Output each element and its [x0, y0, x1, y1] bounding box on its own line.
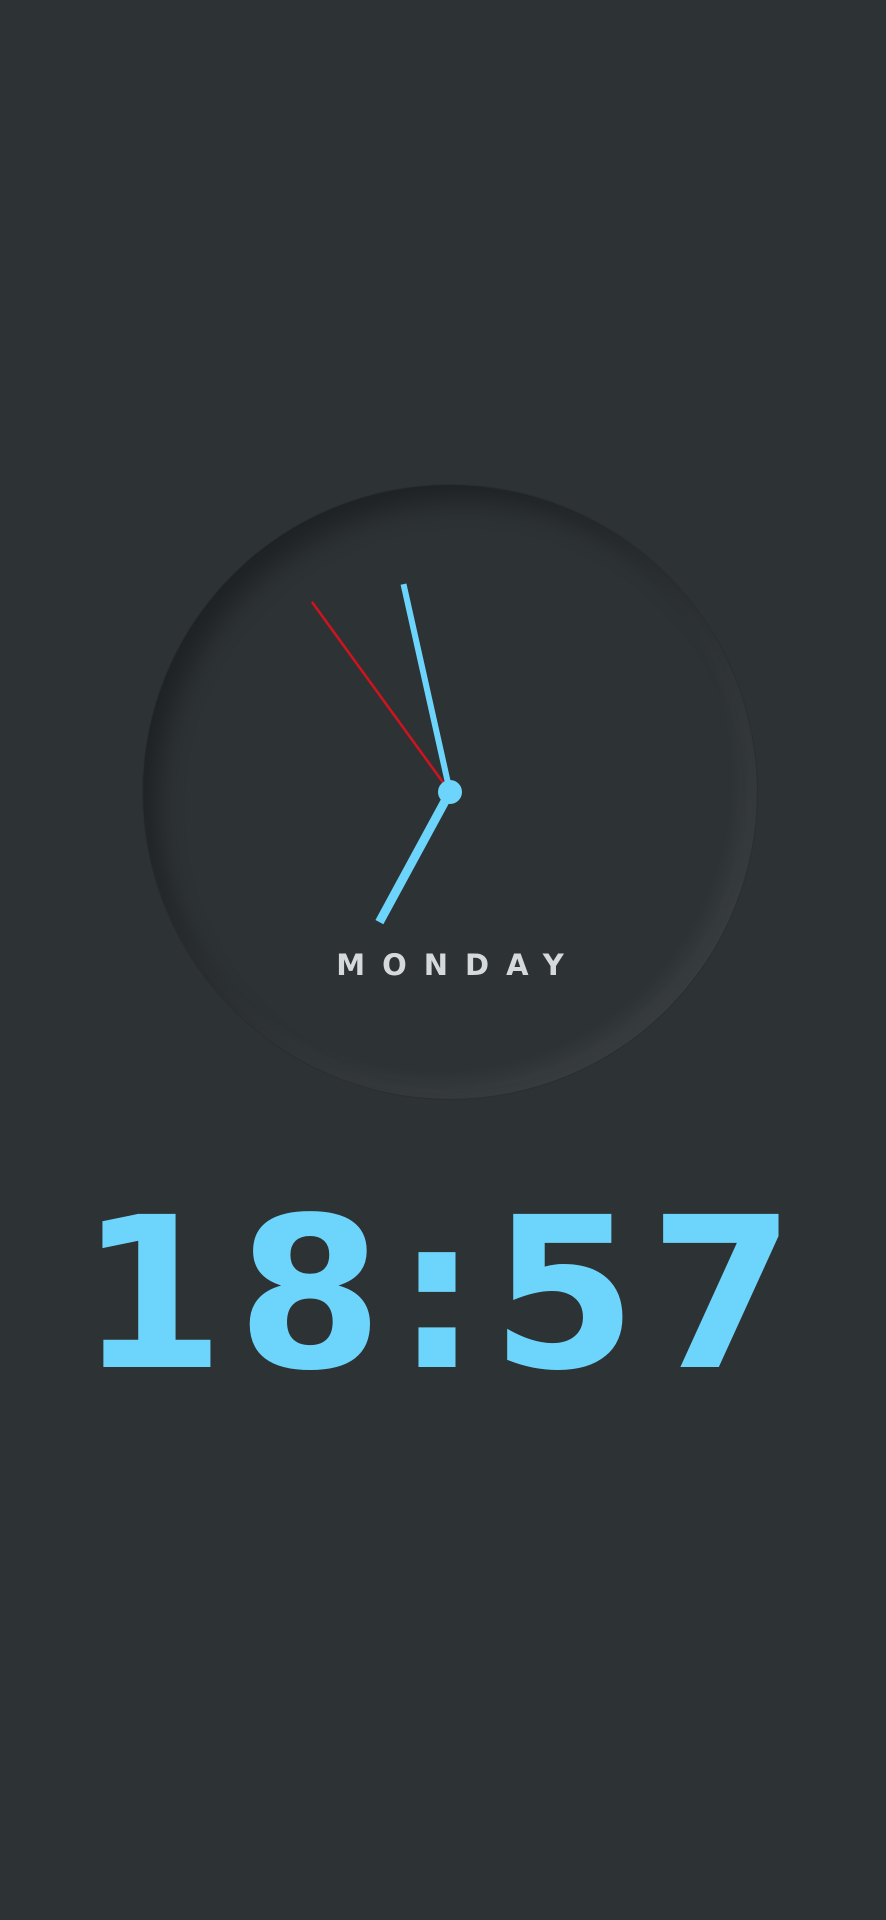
analog-clock: [310, 583, 462, 925]
clock-center-pin: [438, 780, 462, 804]
weekday-label: MONDAY: [336, 948, 581, 982]
hour-hand: [375, 789, 454, 925]
analog-clock-face: MONDAY: [143, 485, 757, 1099]
clock-screen: MONDAY 18:57: [0, 0, 886, 1920]
digital-time: 18:57: [78, 1172, 808, 1417]
